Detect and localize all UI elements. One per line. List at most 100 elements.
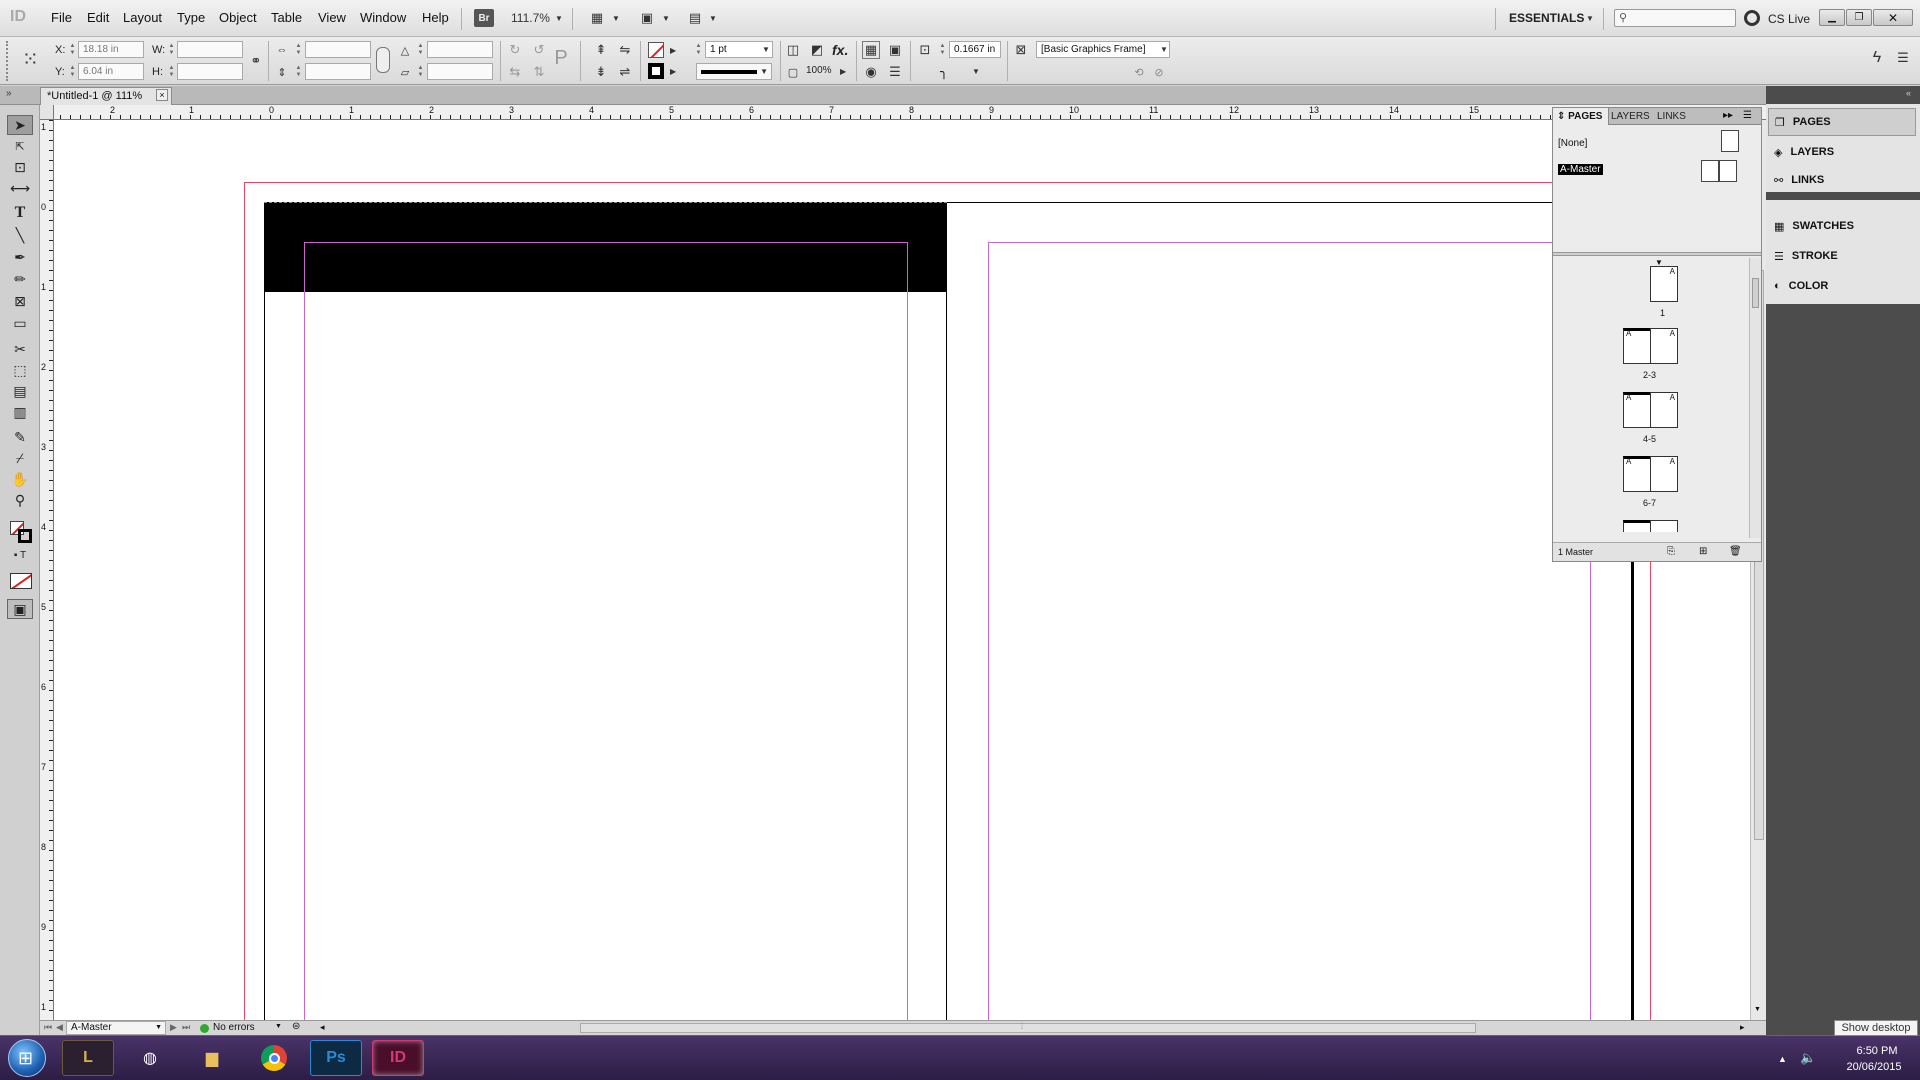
- dock-item-swatches[interactable]: ▦ SWATCHES: [1768, 212, 1916, 240]
- zoom-dropdown-icon[interactable]: ▼: [555, 14, 563, 23]
- constrain-scale-icon[interactable]: [376, 47, 390, 73]
- menu-table[interactable]: Table: [271, 10, 302, 25]
- select-container-icon[interactable]: P: [552, 47, 570, 69]
- flip-vertical-icon[interactable]: ⇅: [530, 63, 548, 81]
- gradient-feather-tool-icon[interactable]: ▥: [7, 402, 33, 422]
- page-9-thumb[interactable]: [1650, 520, 1678, 532]
- effects-button[interactable]: fx.: [832, 42, 848, 58]
- a-master-thumb-right[interactable]: [1719, 160, 1737, 182]
- page-2-thumb[interactable]: A: [1623, 328, 1651, 364]
- zoom-level[interactable]: 111.7%: [511, 11, 550, 25]
- text-wrap-bounding-icon[interactable]: ▣: [886, 41, 904, 59]
- cs-live-label[interactable]: CS Live: [1768, 12, 1810, 26]
- clear-overrides-icon[interactable]: ⟲: [1130, 63, 1148, 81]
- width-field[interactable]: [177, 41, 243, 58]
- tray-expand-icon[interactable]: ▲: [1778, 1054, 1787, 1064]
- ruler-origin[interactable]: [40, 105, 54, 120]
- rotation-stepper[interactable]: ▲ ▼: [416, 41, 425, 58]
- workspace-dropdown-icon[interactable]: ▼: [1586, 14, 1594, 23]
- horizontal-ruler[interactable]: 2 1 0 1 2 3 4 5 6 7 8 9 10 11 12 13 14 15: [40, 105, 1766, 120]
- clock-time[interactable]: 6:50 PM: [1842, 1045, 1912, 1057]
- selection-tool-icon[interactable]: ➤: [7, 115, 33, 135]
- scroll-left-icon[interactable]: ◂: [320, 1022, 325, 1033]
- line-tool-icon[interactable]: ╲: [7, 225, 33, 245]
- page-tool-icon[interactable]: ⊡: [7, 157, 33, 177]
- view-options-icon[interactable]: ▦: [588, 9, 606, 27]
- arrange-dropdown-icon[interactable]: ▼: [709, 14, 717, 23]
- object-style-dropdown-icon[interactable]: ▼: [1160, 45, 1168, 54]
- text-wrap-jump-icon[interactable]: ☰: [886, 63, 904, 81]
- rectangle-tool-icon[interactable]: ▭: [7, 313, 33, 333]
- rotate-cw-icon[interactable]: ↻: [506, 41, 524, 59]
- page-1-thumb[interactable]: A: [1650, 266, 1678, 302]
- dock-collapse-icon[interactable]: «: [1906, 88, 1911, 98]
- scale-x-stepper[interactable]: ▲ ▼: [294, 41, 303, 58]
- preflight-dropdown-icon[interactable]: ▼: [275, 1023, 282, 1030]
- dock-item-pages[interactable]: ❐ PAGES: [1768, 108, 1916, 136]
- h-stepper[interactable]: ▲ ▼: [167, 63, 176, 80]
- none-master-label[interactable]: [None]: [1558, 138, 1587, 149]
- preflight-status[interactable]: No errors: [213, 1022, 255, 1033]
- x-stepper[interactable]: ▲ ▼: [68, 41, 77, 58]
- scroll-right-icon[interactable]: ▸: [1740, 1022, 1745, 1033]
- drop-shadow-icon[interactable]: ◩: [808, 41, 826, 59]
- panel-menu-icon[interactable]: ☰: [1894, 49, 1912, 67]
- scale-y-stepper[interactable]: ▲ ▼: [294, 63, 303, 80]
- tab-pages[interactable]: ⇕ PAGES: [1553, 108, 1609, 125]
- taskbar-media-player[interactable]: ◍: [124, 1040, 176, 1076]
- taskbar-indesign[interactable]: ID: [372, 1040, 424, 1076]
- menu-help[interactable]: Help: [422, 10, 449, 25]
- gradient-swatch-tool-icon[interactable]: ▤: [7, 381, 33, 401]
- panel-collapse-icon[interactable]: ▸▸: [1723, 110, 1733, 121]
- menu-edit[interactable]: Edit: [87, 10, 109, 25]
- collapse-toolbar-icon[interactable]: »: [6, 88, 12, 99]
- text-wrap-none-icon[interactable]: ▦: [862, 41, 880, 59]
- tab-layers[interactable]: LAYERS: [1611, 111, 1650, 122]
- container-frame-icon[interactable]: ◫: [784, 41, 802, 59]
- screen-mode-normal-icon[interactable]: ▣: [7, 599, 33, 619]
- tab-links[interactable]: LINKS: [1657, 111, 1686, 122]
- gap-tool-icon[interactable]: ⟷: [7, 178, 33, 198]
- start-button[interactable]: ⊞: [8, 1039, 46, 1077]
- page-5-thumb[interactable]: A: [1650, 392, 1678, 428]
- direct-selection-tool-icon[interactable]: ⇱: [7, 136, 33, 156]
- restore-button[interactable]: ❐: [1846, 9, 1872, 26]
- screen-mode-icon[interactable]: ▣: [638, 9, 656, 27]
- horizontal-scroll-thumb[interactable]: ⦙: [580, 1021, 1476, 1033]
- delete-page-icon[interactable]: 🗑: [1729, 546, 1742, 557]
- stroke-swatch[interactable]: [648, 63, 664, 79]
- dock-item-color[interactable]: ◐ COLOR: [1768, 272, 1916, 300]
- rotation-angle-field[interactable]: [427, 41, 493, 58]
- new-page-icon[interactable]: ⊞: [1699, 546, 1707, 557]
- vertical-ruler[interactable]: 1 0 1 2 3 4 5 6 7 8 9 1: [40, 120, 54, 1022]
- flip-horizontal-icon[interactable]: ⇆: [506, 63, 524, 81]
- menu-file[interactable]: File: [51, 10, 72, 25]
- zoom-tool-icon[interactable]: ⚲: [7, 490, 33, 510]
- page-8-thumb[interactable]: [1623, 520, 1651, 532]
- stroke-offset-stepper[interactable]: ▲ ▼: [938, 41, 947, 58]
- menu-type[interactable]: Type: [177, 10, 205, 25]
- dock-item-stroke[interactable]: ☰ STROKE: [1768, 242, 1916, 270]
- bridge-button[interactable]: Br: [474, 9, 494, 27]
- first-page-icon[interactable]: ⏮: [44, 1022, 52, 1033]
- dock-item-layers[interactable]: ◈ LAYERS: [1768, 138, 1916, 166]
- corner-shape-dropdown-icon[interactable]: ▼: [972, 67, 980, 76]
- constrain-proportions-icon[interactable]: ⚭: [247, 52, 265, 70]
- pen-tool-icon[interactable]: ✒: [7, 247, 33, 267]
- page-6-thumb[interactable]: A: [1623, 456, 1651, 492]
- stroke-offset-field[interactable]: 0.1667 in: [949, 41, 1001, 58]
- next-page-icon[interactable]: ▶: [170, 1022, 177, 1033]
- page-3-thumb[interactable]: A: [1650, 328, 1678, 364]
- a-master-thumb-left[interactable]: [1701, 160, 1719, 182]
- w-stepper[interactable]: ▲ ▼: [167, 41, 176, 58]
- clock-date[interactable]: 20/06/2015: [1834, 1061, 1914, 1073]
- stroke-weight-dropdown-icon[interactable]: ▼: [762, 45, 770, 54]
- menu-object[interactable]: Object: [219, 10, 257, 25]
- x-position-field[interactable]: 18.18 in: [78, 41, 144, 58]
- shear-stepper[interactable]: ▲ ▼: [416, 63, 425, 80]
- none-master-thumb[interactable]: [1721, 130, 1739, 152]
- menu-layout[interactable]: Layout: [123, 10, 162, 25]
- select-previous-icon[interactable]: ⇞: [592, 41, 610, 59]
- hand-tool-icon[interactable]: ✋: [7, 469, 33, 489]
- fill-swatch[interactable]: [648, 42, 664, 58]
